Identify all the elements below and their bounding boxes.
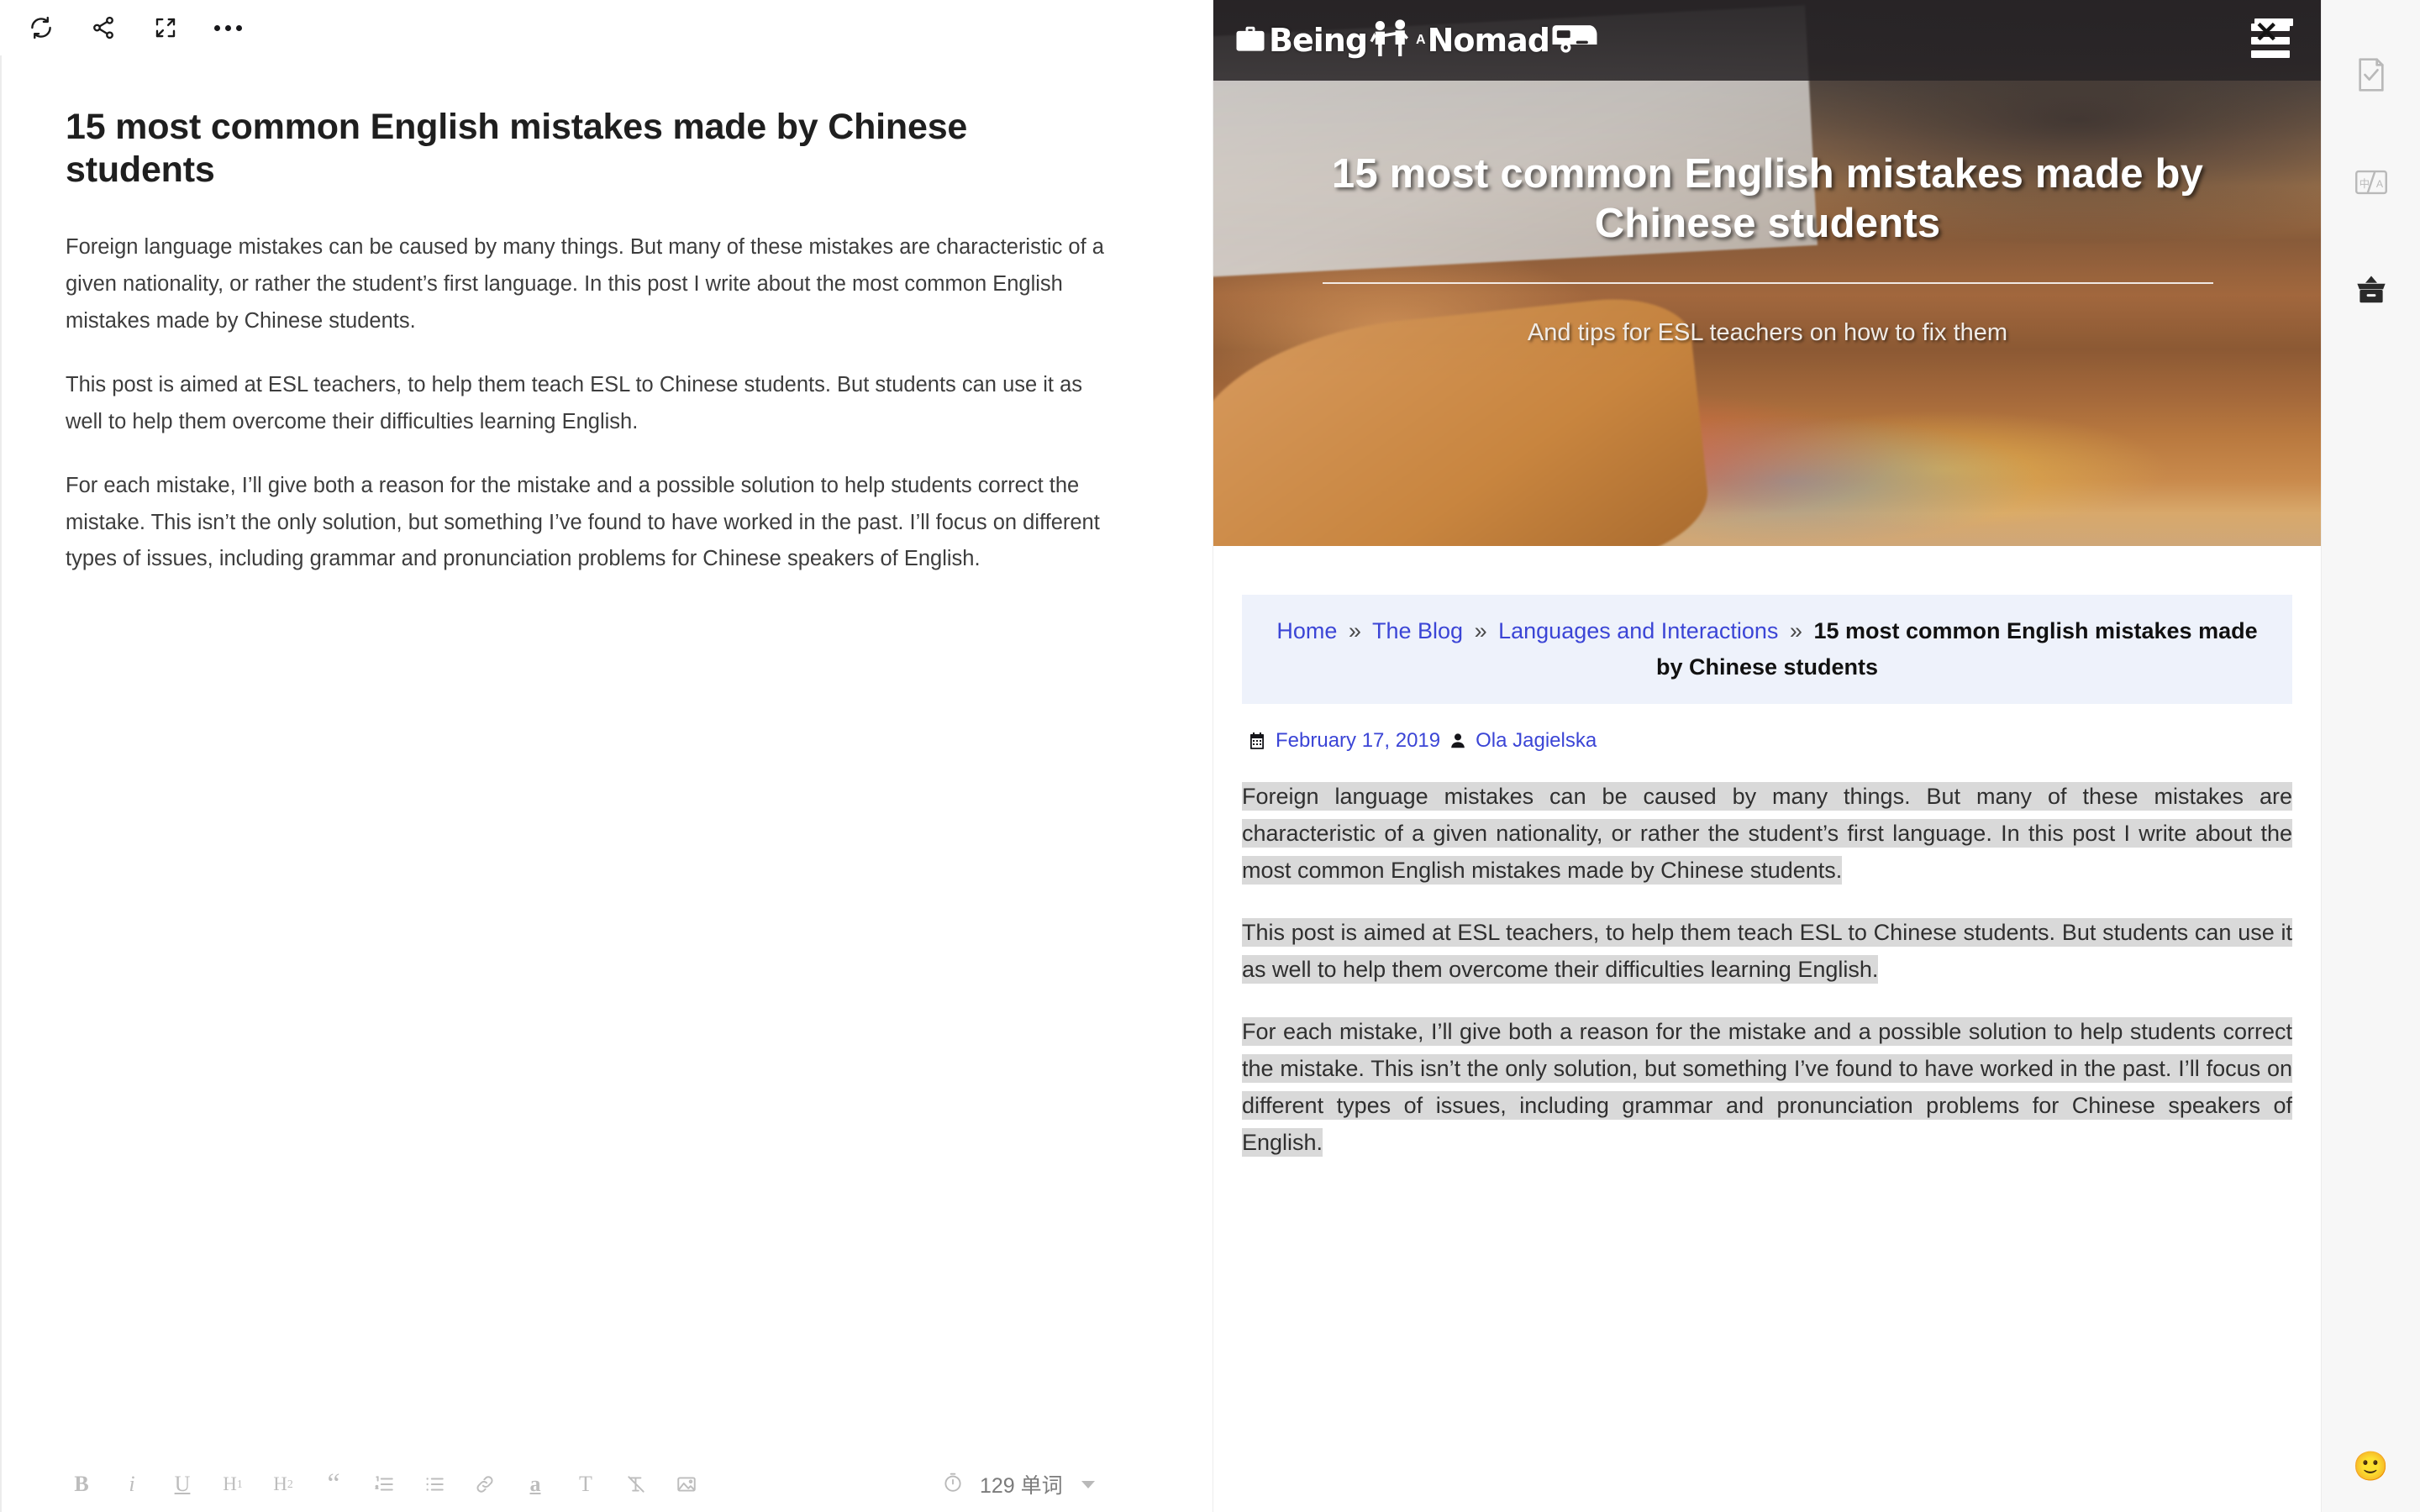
post-meta: February 17, 2019 Ola Jagielska [1242, 729, 2292, 753]
hamburger-bar [2251, 50, 2290, 58]
bold-button[interactable]: B [67, 1467, 96, 1501]
note-content[interactable]: 15 most common English mistakes made by … [0, 55, 1213, 1457]
blockquote-button[interactable]: “ [319, 1467, 348, 1501]
menu-toggle-button[interactable]: ✕ [2248, 18, 2293, 61]
emoji-icon[interactable]: 🙂 [2353, 1448, 2390, 1485]
chevron-down-icon[interactable] [1081, 1480, 1095, 1488]
clear-format-icon[interactable] [622, 1467, 650, 1501]
highlight-button[interactable]: a [521, 1467, 550, 1501]
note-check-icon[interactable] [2345, 49, 2397, 101]
note-editor-pane: 15 most common English mistakes made by … [0, 0, 1213, 1512]
hero-banner: Being A Nomad ✕ 15 most common English m… [1213, 0, 2321, 546]
post-author[interactable]: Ola Jagielska [1476, 729, 1597, 753]
breadcrumb-link-languages-and-interactions[interactable]: Languages and Interactions [1498, 618, 1778, 643]
logo-text-nomad: Nomad [1427, 22, 1550, 59]
breadcrumb-separator: » [1348, 618, 1361, 643]
text-color-button[interactable]: T [571, 1467, 600, 1501]
word-count-label: 129 单词 [980, 1474, 1063, 1498]
breadcrumb-separator: » [1789, 618, 1802, 643]
app-window: 15 most common English mistakes made by … [0, 0, 2420, 1512]
word-count-control[interactable]: 129 单词 [941, 1457, 1095, 1512]
ellipsis-icon [213, 24, 242, 31]
people-icon [1367, 16, 1414, 66]
note-paragraph[interactable]: For each mistake, I’ll give both a reaso… [66, 468, 1116, 579]
bullet-list-icon[interactable] [420, 1467, 449, 1501]
heading1-sub: 1 [236, 1478, 243, 1490]
editor-toolbar [0, 0, 1213, 55]
article-body: Home » The Blog » Languages and Interact… [1213, 546, 2321, 1161]
breadcrumb: Home » The Blog » Languages and Interact… [1242, 595, 2292, 705]
translate-icon[interactable]: 中 A [2345, 156, 2397, 208]
logo-text-a: A [1416, 33, 1426, 47]
article-paragraph: This post is aimed at ESL teachers, to h… [1242, 914, 2292, 988]
hamburger-bar [2251, 36, 2290, 45]
user-icon [1449, 732, 1467, 750]
note-paragraph[interactable]: Foreign language mistakes can be caused … [66, 229, 1116, 340]
site-logo[interactable]: Being A Nomad [1232, 13, 1600, 67]
more-options-icon[interactable] [205, 5, 250, 50]
fullscreen-icon[interactable] [143, 5, 188, 50]
hero-divider [1322, 281, 2213, 284]
web-preview-pane: Being A Nomad ✕ 15 most common English m… [1213, 0, 2321, 1512]
note-title[interactable]: 15 most common English mistakes made by … [66, 106, 1107, 191]
timer-icon [941, 1471, 965, 1499]
share-icon[interactable] [81, 5, 126, 50]
hamburger-bar [2251, 23, 2290, 31]
underline-button[interactable]: U [168, 1467, 197, 1501]
hero-title: 15 most common English mistakes made by … [1331, 151, 2204, 246]
link-icon[interactable] [471, 1467, 499, 1501]
hero-text-block: 15 most common English mistakes made by … [1213, 150, 2321, 347]
article-paragraph: For each mistake, I’ll give both a reaso… [1242, 1013, 2292, 1161]
image-icon[interactable] [672, 1467, 701, 1501]
format-toolbar: B i U H1 H2 “ a T 129 单词 [0, 1457, 1213, 1512]
heading2-sub: 2 [287, 1478, 293, 1490]
heading2-label: H [273, 1473, 287, 1494]
svg-text:中: 中 [2359, 177, 2369, 190]
post-date[interactable]: February 17, 2019 [1276, 729, 1440, 753]
selected-text: Foreign language mistakes can be caused … [1242, 782, 2292, 885]
tool-sidebar: 中 A 🙂 [2321, 0, 2420, 1512]
logo-text-being: Being [1269, 22, 1368, 59]
heading1-label: H [223, 1473, 237, 1494]
svg-text:A: A [2375, 178, 2383, 190]
ordered-list-icon[interactable] [370, 1467, 398, 1501]
calendar-icon [1247, 731, 1267, 751]
collect-box-icon[interactable] [2345, 264, 2397, 316]
sync-icon[interactable] [18, 5, 64, 50]
caravan-icon [1549, 20, 1600, 61]
heading1-button[interactable]: H1 [218, 1467, 247, 1501]
selected-text: For each mistake, I’ll give both a reaso… [1242, 1017, 2292, 1158]
hero-subtitle: And tips for ESL teachers on how to fix … [1527, 318, 2008, 346]
note-paragraph[interactable]: This post is aimed at ESL teachers, to h… [66, 367, 1116, 441]
breadcrumb-link-the-blog[interactable]: The Blog [1372, 618, 1463, 643]
italic-button[interactable]: i [118, 1467, 146, 1501]
site-header: Being A Nomad ✕ [1213, 0, 2321, 81]
breadcrumb-separator: » [1474, 618, 1487, 643]
editor-left-edge [0, 55, 2, 1512]
selected-text: This post is aimed at ESL teachers, to h… [1242, 918, 2292, 984]
suitcase-icon [1232, 19, 1269, 62]
article-paragraph: Foreign language mistakes can be caused … [1242, 778, 2292, 889]
breadcrumb-link-home[interactable]: Home [1276, 618, 1337, 643]
heading2-button[interactable]: H2 [269, 1467, 297, 1501]
